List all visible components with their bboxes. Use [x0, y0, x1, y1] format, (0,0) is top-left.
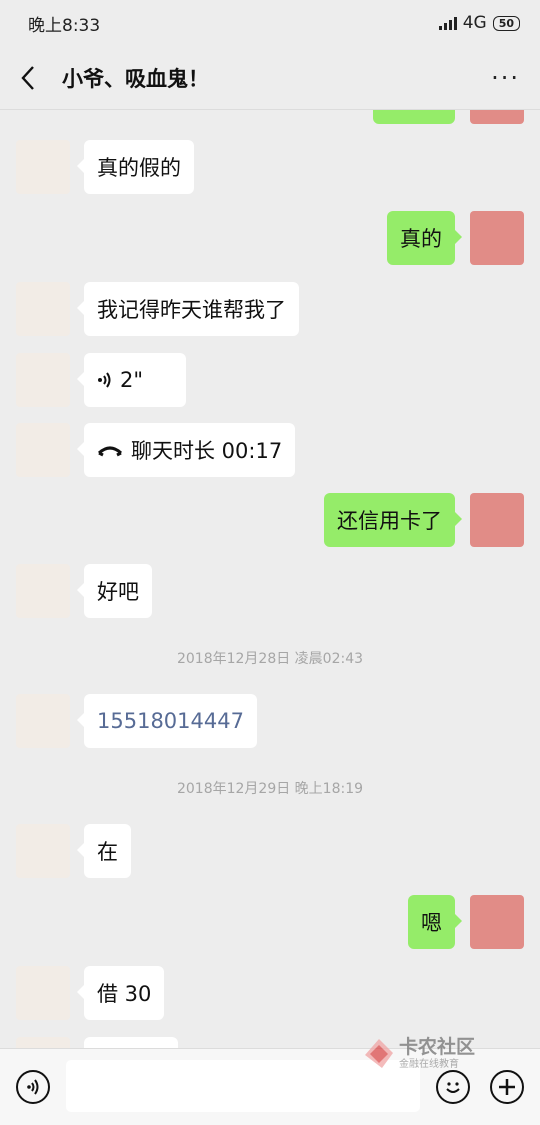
- contact-avatar[interactable]: [16, 966, 70, 1020]
- voice-icon[interactable]: [16, 1070, 50, 1104]
- timestamp-divider: 2018年12月28日 凌晨02:43: [176, 651, 364, 667]
- emoji-icon[interactable]: [436, 1070, 470, 1104]
- message-bubble[interactable]: 真的假的: [77, 140, 194, 194]
- phone-icon: [97, 446, 123, 457]
- battery-icon: 50: [492, 15, 520, 31]
- contact-avatar[interactable]: [16, 282, 70, 336]
- message-bubble[interactable]: 还信用卡了: [324, 493, 462, 547]
- watermark-icon: [365, 1039, 393, 1068]
- call-record-bubble[interactable]: 聊天时长 00:17: [76, 423, 296, 477]
- contact-avatar[interactable]: [16, 564, 70, 618]
- chat-area[interactable]: 真的假的 真的 我记得昨天谁帮我了 2" 聊天时长 00:17 还信用卡了 好吧…: [0, 110, 540, 1048]
- signal-icon: [438, 16, 457, 30]
- contact-avatar[interactable]: [16, 140, 70, 194]
- contact-avatar[interactable]: [16, 1037, 70, 1048]
- message-bubble[interactable]: 真的: [387, 211, 462, 265]
- chat-header: 小爷、吸血鬼！ ···: [0, 46, 540, 110]
- message-bubble[interactable]: 我记得昨天谁帮我了: [77, 282, 299, 336]
- watermark-sub-text: 金融在线教育: [399, 1059, 459, 1070]
- contact-avatar[interactable]: [16, 694, 70, 748]
- partial-outgoing-bubble[interactable]: [373, 110, 455, 124]
- phone-number-link[interactable]: 15518014447: [77, 694, 257, 748]
- voice-message-bubble[interactable]: 2": [77, 353, 186, 407]
- self-avatar[interactable]: [470, 493, 524, 547]
- voice-icon: [98, 372, 111, 388]
- message-bubble[interactable]: 在: [77, 824, 131, 878]
- chat-title: 小爷、吸血鬼！: [62, 66, 209, 91]
- self-avatar[interactable]: [470, 110, 524, 124]
- contact-avatar[interactable]: [16, 353, 70, 407]
- call-duration: 聊天时长 00:17: [131, 439, 283, 463]
- contact-avatar[interactable]: [16, 824, 70, 878]
- watermark-main-text: 卡农社区: [399, 1036, 476, 1058]
- contact-avatar[interactable]: [16, 423, 70, 477]
- timestamp-divider: 2018年12月29日 晚上18:19: [176, 781, 364, 797]
- plus-icon[interactable]: [490, 1070, 524, 1104]
- message-bubble[interactable]: 嗯: [408, 895, 462, 949]
- voice-duration: 2": [120, 368, 144, 392]
- message-bubble[interactable]: 好吧: [77, 564, 152, 618]
- status-indicators: 4G 50: [438, 13, 520, 33]
- back-icon[interactable]: [20, 62, 44, 94]
- message-row: [0, 110, 540, 124]
- network-type: 4G: [462, 13, 487, 33]
- message-bubble[interactable]: 借 30: [76, 966, 165, 1020]
- watermark-logo: 卡农社区 金融在线教育: [362, 1036, 488, 1072]
- partial-message-bubble[interactable]: [84, 1037, 178, 1048]
- more-options-icon[interactable]: ···: [491, 64, 520, 92]
- self-avatar[interactable]: [470, 211, 524, 265]
- self-avatar[interactable]: [470, 895, 524, 949]
- status-time: 晚上8:33: [28, 15, 101, 36]
- status-bar: 晚上8:33 4G 50: [0, 0, 540, 46]
